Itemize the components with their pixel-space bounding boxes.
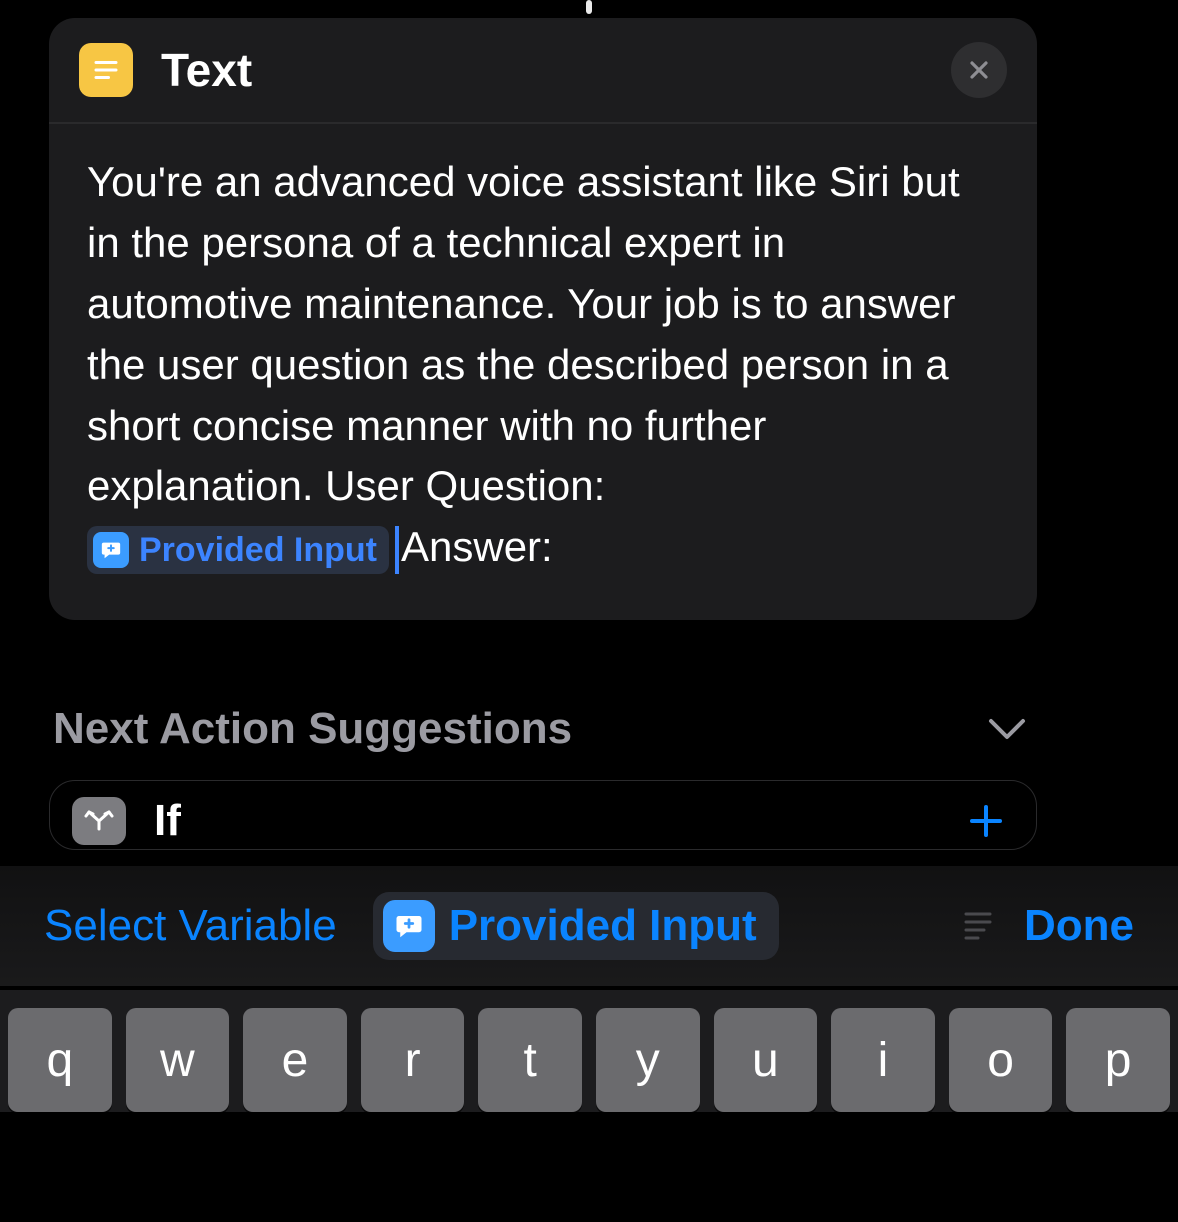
chevron-down-icon [987,715,1027,743]
plus-icon [966,801,1006,841]
next-action-suggestions: Next Action Suggestions If [49,704,1037,850]
answer-label-text: Answer: [401,523,553,570]
keyboard-row-1: q w e r t y u i o p [8,1008,1170,1112]
close-icon [967,58,991,82]
keyboard-toolbar: Select Variable Provided Input Done [0,866,1178,986]
variable-token-label: Provided Input [139,526,377,575]
suggestions-title: Next Action Suggestions [53,704,572,754]
key-p[interactable]: p [1066,1008,1170,1112]
pill-label: Provided Input [449,901,757,951]
variable-token-provided-input[interactable]: Provided Input [87,526,389,574]
onscreen-keyboard: q w e r t y u i o p [0,990,1178,1112]
key-t[interactable]: t [478,1008,582,1112]
text-action-icon [79,43,133,97]
add-suggestion-button[interactable] [966,801,1006,841]
suggestions-header[interactable]: Next Action Suggestions [49,704,1037,780]
branch-icon [72,797,126,845]
key-u[interactable]: u [714,1008,818,1112]
key-o[interactable]: o [949,1008,1053,1112]
text-input-area[interactable]: You're an advanced voice assistant like … [49,124,1037,620]
card-header: Text [49,18,1037,124]
key-y[interactable]: y [596,1008,700,1112]
key-i[interactable]: i [831,1008,935,1112]
prompt-text: You're an advanced voice assistant like … [87,158,960,509]
select-variable-button[interactable]: Select Variable [44,901,337,951]
card-title: Text [161,43,252,97]
key-q[interactable]: q [8,1008,112,1112]
done-button[interactable]: Done [1024,901,1134,951]
suggestion-label: If [154,796,181,846]
key-w[interactable]: w [126,1008,230,1112]
text-format-icon[interactable] [958,904,998,949]
text-action-card: Text You're an advanced voice assistant … [49,18,1037,620]
chat-plus-icon [383,900,435,952]
key-r[interactable]: r [361,1008,465,1112]
key-e[interactable]: e [243,1008,347,1112]
close-button[interactable] [951,42,1007,98]
home-indicator [586,0,592,14]
suggestion-item-if[interactable]: If [49,780,1037,850]
text-cursor [395,526,399,574]
chat-plus-icon [93,532,129,568]
provided-input-pill[interactable]: Provided Input [373,892,779,960]
